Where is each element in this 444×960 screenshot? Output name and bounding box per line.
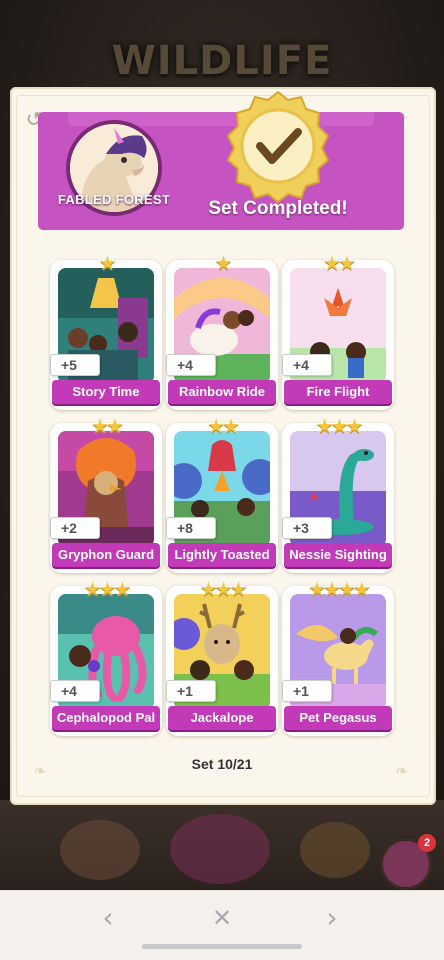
duplicate-count: +4 <box>282 354 332 376</box>
duplicate-count: +5 <box>50 354 100 376</box>
duplicate-count: +4 <box>166 354 216 376</box>
card-title: Pet Pegasus <box>284 706 392 730</box>
card-title: Nessie Sighting <box>284 543 392 567</box>
duplicate-count: +1 <box>166 680 216 702</box>
star-rating: ★★ <box>323 253 356 275</box>
star-rating: ★★ <box>207 416 240 438</box>
card-story-time[interactable]: ★ +5 Story Time <box>50 254 162 410</box>
card-rainbow-ride[interactable]: ★ +4 Rainbow Ride <box>166 254 278 410</box>
set-completed-text: Set Completed! <box>208 198 348 219</box>
card-jackalope[interactable]: ★★★ +1 Jackalope <box>166 580 278 736</box>
star-rating: ★★★ <box>315 416 364 438</box>
card-lightly-toasted[interactable]: ★★ +8 Lightly Toasted <box>166 417 278 573</box>
duplicate-count: +1 <box>282 680 332 702</box>
card-title: Jackalope <box>168 706 276 730</box>
card-title: Rainbow Ride <box>168 380 276 404</box>
card-gryphon-guard[interactable]: ★★ +2 Gryphon Guard <box>50 417 162 573</box>
star-rating: ★★★★ <box>308 579 371 601</box>
chevron-right-icon[interactable]: › <box>302 890 362 946</box>
star-rating: ★★★ <box>199 579 248 601</box>
home-indicator[interactable] <box>142 944 302 949</box>
album-title: WILDLIFE <box>111 38 333 84</box>
card-title: Story Time <box>52 380 160 404</box>
star-rating: ★ <box>214 253 233 275</box>
card-title: Cephalopod Pal <box>52 706 160 730</box>
card-fire-flight[interactable]: ★★ +4 Fire Flight <box>282 254 394 410</box>
close-icon[interactable]: ✕ <box>192 890 252 946</box>
card-pet-pegasus[interactable]: ★★★★ +1 Pet Pegasus <box>282 580 394 736</box>
duplicate-count: +2 <box>50 517 100 539</box>
completed-checkmark-icon <box>226 90 330 204</box>
card-cephalopod-pal[interactable]: ★★★ +4 Cephalopod Pal <box>50 580 162 736</box>
star-rating: ★★★ <box>83 579 132 601</box>
card-nessie-sighting[interactable]: ★★★ +3 Nessie Sighting <box>282 417 394 573</box>
duplicate-count: +8 <box>166 517 216 539</box>
chevron-left-icon[interactable]: ‹ <box>78 890 138 946</box>
notification-badge: 2 <box>418 834 436 852</box>
card-title: Lightly Toasted <box>168 543 276 567</box>
set-name-label: FABLED FOREST <box>57 192 171 207</box>
star-rating: ★★ <box>91 416 124 438</box>
star-rating: ★ <box>98 253 117 275</box>
card-title: Gryphon Guard <box>52 543 160 567</box>
background-album-art <box>0 800 444 890</box>
card-title: Fire Flight <box>284 380 392 404</box>
duplicate-count: +3 <box>282 517 332 539</box>
set-counter: Set 10/21 <box>191 756 253 772</box>
duplicate-count: +4 <box>50 680 100 702</box>
